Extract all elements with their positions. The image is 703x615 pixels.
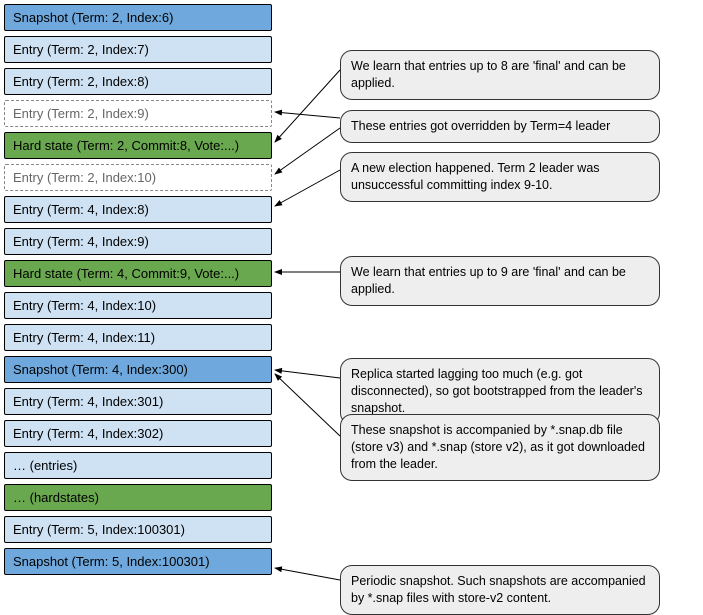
entry-row: Entry (Term: 4, Index:10) [4,292,272,319]
hard-row: Hard state (Term: 2, Commit:8, Vote:...) [4,132,272,159]
entry-row: Entry (Term: 4, Index:9) [4,228,272,255]
entry-row: Entry (Term: 4, Index:8) [4,196,272,223]
entry-row: Entry (Term: 4, Index:302) [4,420,272,447]
callout-commit-8: We learn that entries up to 8 are 'final… [340,50,660,100]
entry-row: Entry (Term: 2, Index:7) [4,36,272,63]
hard-row: Hard state (Term: 4, Commit:9, Vote:...) [4,260,272,287]
entry-row: Entry (Term: 4, Index:301) [4,388,272,415]
callout-periodic: Periodic snapshot. Such snapshots are ac… [340,565,660,615]
callout-snap-files: These snapshot is accompanied by *.snap.… [340,414,660,481]
callout-commit-9: We learn that entries up to 9 are 'final… [340,256,660,306]
snapshot-row: Snapshot (Term: 2, Index:6) [4,4,272,31]
hard-row: … (hardstates) [4,484,272,511]
entry-row: Entry (Term: 4, Index:11) [4,324,272,351]
snapshot-row: Snapshot (Term: 4, Index:300) [4,356,272,383]
callout-overridden: These entries got overridden by Term=4 l… [340,110,660,143]
entry-row: Entry (Term: 5, Index:100301) [4,516,272,543]
entry-row: … (entries) [4,452,272,479]
callout-election: A new election happened. Term 2 leader w… [340,152,660,202]
dashed-row: Entry (Term: 2, Index:9) [4,100,272,127]
snapshot-row: Snapshot (Term: 5, Index:100301) [4,548,272,575]
dashed-row: Entry (Term: 2, Index:10) [4,164,272,191]
entry-row: Entry (Term: 2, Index:8) [4,68,272,95]
